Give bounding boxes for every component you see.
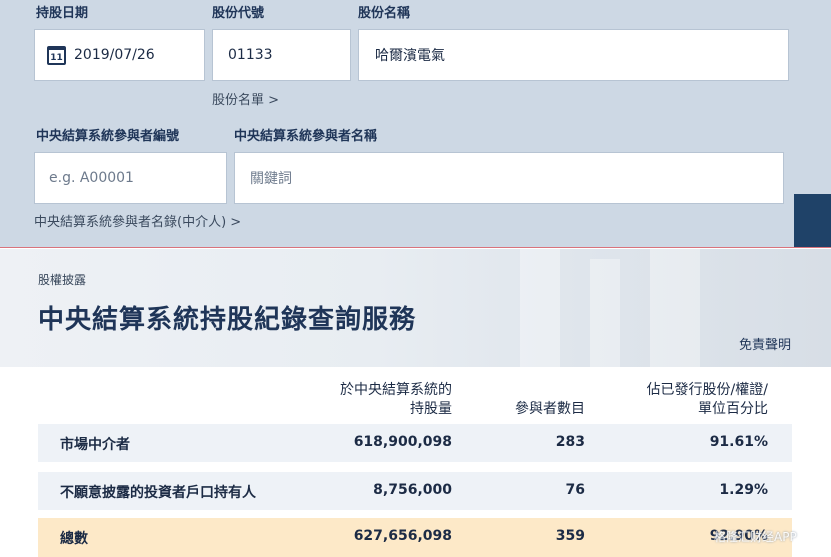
row-type: 總數 — [60, 531, 88, 547]
stock-code-label: 股份代號 — [212, 6, 265, 21]
column-header-percent-line1: 佔已發行股份/權證/ — [646, 382, 768, 398]
stock-list-link[interactable]: 股份名單 > — [212, 89, 279, 108]
search-panel: 持股日期 股份代號 股份名稱 11 2019/07/26 01133 哈爾濱電氣… — [0, 0, 831, 248]
column-header-participants: 參與者數目 — [515, 401, 585, 417]
stock-name-input[interactable]: 哈爾濱電氣 — [358, 29, 789, 81]
row-participants: 359 — [555, 528, 585, 544]
hero-banner: 股權披露 中央結算系統持股紀錄查詢服務 免責聲明 — [0, 249, 831, 367]
column-header-percent: 佔已發行股份/權證/ 單位百分比 — [600, 381, 768, 419]
side-tab[interactable] — [794, 194, 831, 247]
row-holding: 8,756,000 — [373, 482, 452, 498]
row-holding: 618,900,098 — [353, 434, 452, 450]
table-row: 不願意披露的投資者戶口持有人 8,756,000 76 1.29% — [38, 472, 792, 510]
table-row-total: 總數 627,656,098 359 92.90% — [38, 518, 792, 557]
row-holding: 627,656,098 — [353, 528, 452, 544]
background-building — [520, 249, 560, 367]
participant-id-label: 中央結算系統參與者編號 — [36, 129, 180, 144]
column-header-holding: 於中央結算系統的 持股量 — [300, 381, 452, 419]
stock-code-input[interactable]: 01133 — [212, 29, 351, 81]
date-picker[interactable]: 11 2019/07/26 — [34, 29, 205, 81]
page-title: 中央結算系統持股紀錄查詢服務 — [38, 305, 417, 335]
column-header-percent-line2: 單位百分比 — [698, 401, 768, 417]
row-percent: 91.61% — [709, 434, 768, 450]
background-building — [590, 259, 620, 367]
participant-name-input[interactable]: 關鍵詞 — [234, 152, 784, 204]
stock-name-value: 哈爾濱電氣 — [375, 48, 445, 64]
row-percent: 1.29% — [719, 482, 768, 498]
column-header-holding-line2: 持股量 — [410, 401, 452, 417]
row-participants: 283 — [555, 434, 585, 450]
row-type: 不願意披露的投資者戶口持有人 — [60, 485, 256, 501]
disclaimer-link[interactable]: 免責聲明 — [739, 334, 791, 353]
participant-id-placeholder: e.g. A00001 — [49, 170, 134, 186]
calendar-icon: 11 — [47, 45, 66, 65]
participant-list-link[interactable]: 中央結算系統參與者名錄(中介人) > — [34, 211, 241, 230]
row-type: 市場中介者 — [60, 437, 130, 453]
column-header-holding-line1: 於中央結算系統的 — [340, 382, 452, 398]
section-subtitle: 股權披露 — [38, 273, 87, 287]
background-building — [650, 249, 700, 367]
row-participants: 76 — [565, 482, 585, 498]
stock-name-label: 股份名稱 — [358, 6, 411, 21]
stock-code-value: 01133 — [228, 47, 273, 63]
participant-name-label: 中央結算系統參與者名稱 — [234, 129, 378, 144]
watermark: 格隆汇财经APP — [714, 530, 797, 544]
participant-id-input[interactable]: e.g. A00001 — [34, 152, 227, 204]
date-value: 2019/07/26 — [74, 47, 155, 63]
date-label: 持股日期 — [36, 6, 89, 21]
participant-name-placeholder: 關鍵詞 — [250, 171, 292, 187]
table-row: 市場中介者 618,900,098 283 91.61% — [38, 424, 792, 462]
